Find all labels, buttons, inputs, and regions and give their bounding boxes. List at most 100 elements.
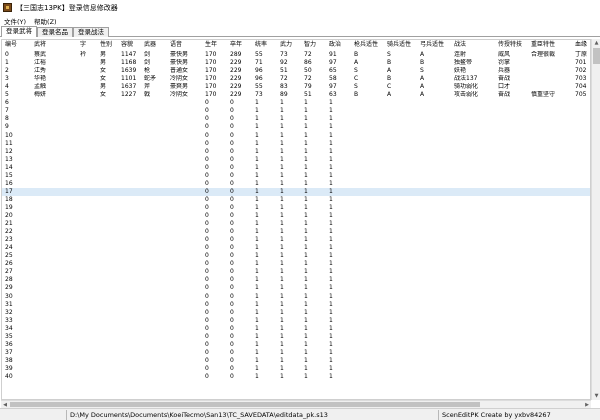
table-row[interactable]: 3 华艳女 1101 蛇矛 冷阴女 170 229 96 72 72 58 C B A 战法137 奋战 703 xyxy=(2,75,590,83)
col-cavalry-aptitude-cell[interactable]: A xyxy=(386,67,418,75)
col-politics-cell[interactable]: 1 xyxy=(328,236,352,244)
col-birth-cell[interactable]: 0 xyxy=(204,309,228,317)
col-bow-aptitude-cell[interactable] xyxy=(419,317,452,325)
col-weapon-cell[interactable] xyxy=(143,180,168,188)
header-col-leadership[interactable]: 统率 xyxy=(254,40,278,50)
col-id-cell[interactable]: 21 xyxy=(4,220,32,228)
col-weapon-cell[interactable] xyxy=(143,309,168,317)
col-cavalry-aptitude-cell[interactable]: B xyxy=(386,75,418,83)
col-general-cell[interactable] xyxy=(33,99,78,107)
col-id-cell[interactable]: 12 xyxy=(4,148,32,156)
col-weapon-cell[interactable] xyxy=(143,220,168,228)
col-general-cell[interactable] xyxy=(33,212,78,220)
col-courtesy-cell[interactable] xyxy=(79,317,98,325)
col-birth-cell[interactable]: 0 xyxy=(204,341,228,349)
col-trait-cell[interactable] xyxy=(530,107,573,115)
col-id-cell[interactable]: 16 xyxy=(4,180,32,188)
col-tactic-cell[interactable] xyxy=(453,212,496,220)
col-death-cell[interactable]: 0 xyxy=(229,107,253,115)
scroll-down-icon[interactable]: ▼ xyxy=(593,392,600,400)
table-row[interactable]: 40 0 0 1 1 1 1 xyxy=(2,373,590,381)
col-leadership-cell[interactable]: 1 xyxy=(254,325,278,333)
col-death-cell[interactable]: 0 xyxy=(229,212,253,220)
col-cavalry-aptitude-cell[interactable] xyxy=(386,123,418,131)
col-trait-cell[interactable] xyxy=(530,357,573,365)
col-politics-cell[interactable]: 1 xyxy=(328,148,352,156)
col-intelligence-cell[interactable]: 51 xyxy=(303,91,327,99)
col-face-cell[interactable] xyxy=(120,276,142,284)
col-courtesy-cell[interactable] xyxy=(79,164,98,172)
col-death-cell[interactable]: 289 xyxy=(229,51,253,59)
col-death-cell[interactable]: 0 xyxy=(229,123,253,131)
col-politics-cell[interactable]: 58 xyxy=(328,75,352,83)
col-weapon-cell[interactable] xyxy=(143,373,168,381)
col-leadership-cell[interactable]: 1 xyxy=(254,115,278,123)
col-trait-cell[interactable]: 慎重坚守 xyxy=(530,91,573,99)
col-bow-aptitude-cell[interactable] xyxy=(419,341,452,349)
col-cavalry-aptitude-cell[interactable] xyxy=(386,349,418,357)
col-politics-cell[interactable]: 1 xyxy=(328,172,352,180)
col-death-cell[interactable]: 0 xyxy=(229,220,253,228)
col-voice-cell[interactable] xyxy=(169,115,203,123)
col-voice-cell[interactable] xyxy=(169,132,203,140)
col-general-cell[interactable] xyxy=(33,325,78,333)
col-voice-cell[interactable] xyxy=(169,156,203,164)
col-death-cell[interactable]: 0 xyxy=(229,260,253,268)
col-tactic-cell[interactable] xyxy=(453,164,496,172)
col-leadership-cell[interactable]: 1 xyxy=(254,148,278,156)
col-trait-cell[interactable] xyxy=(530,123,573,131)
col-id-cell[interactable]: 39 xyxy=(4,365,32,373)
col-skill-cell[interactable] xyxy=(497,148,529,156)
col-bow-aptitude-cell[interactable] xyxy=(419,268,452,276)
col-face-cell[interactable] xyxy=(120,301,142,309)
col-intelligence-cell[interactable]: 72 xyxy=(303,75,327,83)
col-birth-cell[interactable]: 0 xyxy=(204,268,228,276)
col-death-cell[interactable]: 0 xyxy=(229,293,253,301)
col-skill-cell[interactable] xyxy=(497,140,529,148)
col-bow-aptitude-cell[interactable] xyxy=(419,276,452,284)
col-id-cell[interactable]: 10 xyxy=(4,132,32,140)
col-cavalry-aptitude-cell[interactable] xyxy=(386,188,418,196)
col-voice-cell[interactable] xyxy=(169,164,203,172)
col-id-cell[interactable]: 2 xyxy=(4,67,32,75)
col-war-cell[interactable]: 72 xyxy=(279,75,302,83)
col-trait-cell[interactable] xyxy=(530,115,573,123)
col-weapon-cell[interactable] xyxy=(143,252,168,260)
table-row[interactable]: 23 0 0 1 1 1 1 xyxy=(2,236,590,244)
col-war-cell[interactable]: 92 xyxy=(279,59,302,67)
col-leadership-cell[interactable]: 1 xyxy=(254,204,278,212)
col-leadership-cell[interactable]: 1 xyxy=(254,301,278,309)
col-voice-cell[interactable] xyxy=(169,365,203,373)
table-row[interactable]: 27 0 0 1 1 1 1 xyxy=(2,268,590,276)
col-war-cell[interactable]: 1 xyxy=(279,220,302,228)
col-death-cell[interactable]: 0 xyxy=(229,180,253,188)
col-birth-cell[interactable]: 170 xyxy=(204,67,228,75)
col-gender-cell[interactable] xyxy=(99,188,119,196)
col-lineage-cell[interactable] xyxy=(574,188,590,196)
col-war-cell[interactable]: 1 xyxy=(279,349,302,357)
col-id-cell[interactable]: 20 xyxy=(4,212,32,220)
col-id-cell[interactable]: 4 xyxy=(4,83,32,91)
col-politics-cell[interactable]: 1 xyxy=(328,341,352,349)
col-skill-cell[interactable] xyxy=(497,276,529,284)
tab-register-treasures[interactable]: 登录名品 xyxy=(37,27,73,37)
col-weapon-cell[interactable] xyxy=(143,260,168,268)
col-gender-cell[interactable] xyxy=(99,309,119,317)
col-skill-cell[interactable] xyxy=(497,132,529,140)
col-lineage-cell[interactable] xyxy=(574,107,590,115)
col-birth-cell[interactable]: 0 xyxy=(204,236,228,244)
header-col-voice[interactable]: 语音 xyxy=(169,40,203,50)
col-lineage-cell[interactable] xyxy=(574,148,590,156)
col-trait-cell[interactable] xyxy=(530,132,573,140)
col-leadership-cell[interactable]: 96 xyxy=(254,67,278,75)
table-row[interactable]: 10 0 0 1 1 1 1 xyxy=(2,132,590,140)
col-bow-aptitude-cell[interactable] xyxy=(419,172,452,180)
header-col-birth[interactable]: 生年 xyxy=(204,40,228,50)
col-intelligence-cell[interactable]: 1 xyxy=(303,357,327,365)
col-face-cell[interactable] xyxy=(120,268,142,276)
col-tactic-cell[interactable] xyxy=(453,188,496,196)
col-gender-cell[interactable] xyxy=(99,132,119,140)
col-spear-aptitude-cell[interactable] xyxy=(353,244,385,252)
col-bow-aptitude-cell[interactable]: A xyxy=(419,75,452,83)
table-row[interactable]: 8001111 xyxy=(2,115,590,123)
